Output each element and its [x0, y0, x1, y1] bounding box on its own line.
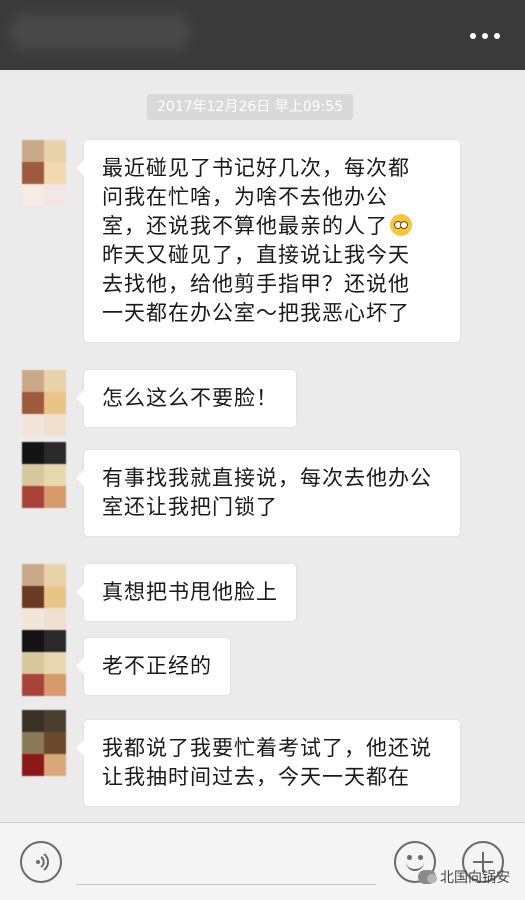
input-bar — [0, 822, 525, 900]
message-bubble[interactable]: 我都说了我要忙着考试了，他还说 让我抽时间过去，今天一天都在 — [76, 720, 460, 806]
message-text: 室，还说我不算他最亲的人了 — [102, 214, 388, 238]
message-text: 室还让我把门锁了 — [102, 495, 278, 519]
more-dots-icon — [494, 33, 500, 39]
emoji-icon-eye — [418, 855, 423, 860]
avatar[interactable] — [22, 442, 66, 508]
message-bubble[interactable]: 有事找我就直接说，每次去他办公 室还让我把门锁了 — [76, 450, 460, 536]
chat-area[interactable]: 2017年12月26日 早上09:55 最近碰见了书记好几次，每次都 问我在忙啥… — [0, 70, 525, 822]
message-text: 老不正经的 — [102, 654, 212, 678]
watermark-text: 北国向锅安 — [440, 870, 510, 886]
avatar[interactable] — [22, 140, 66, 206]
message-bubble[interactable]: 真想把书甩他脸上 — [76, 564, 296, 621]
message-bubble[interactable]: 老不正经的 — [76, 638, 230, 695]
message-text: 昨天又碰见了，直接说让我今天 — [102, 243, 410, 267]
avatar[interactable] — [22, 630, 66, 696]
blurred-contact-name — [10, 14, 190, 50]
voice-icon — [36, 853, 49, 871]
avatar[interactable] — [22, 370, 66, 436]
more-dots-icon — [470, 33, 476, 39]
top-bar — [0, 0, 525, 70]
rolling-eyes-emoji-icon — [390, 214, 412, 236]
message-text: 去找他，给他剪手指甲？还说他 — [102, 272, 410, 296]
message-timestamp: 2017年12月26日 早上09:55 — [147, 94, 354, 120]
message-bubble[interactable]: 最近碰见了书记好几次，每次都 问我在忙啥，为啥不去他办公 室，还说我不算他最亲的… — [76, 140, 460, 342]
message-text: 我都说了我要忙着考试了，他还说 — [102, 736, 432, 760]
message-bubble[interactable]: 怎么这么不要脸！ — [76, 370, 296, 427]
emoji-icon — [407, 855, 412, 860]
more-dots-icon — [482, 33, 488, 39]
message-text: 一天都在办公室～把我恶心坏了 — [102, 301, 410, 325]
voice-button[interactable] — [20, 841, 62, 883]
message-text: 让我抽时间过去，今天一天都在 — [102, 765, 410, 789]
message-text: 有事找我就直接说，每次去他办公 — [102, 466, 432, 490]
message-text: 最近碰见了书记好几次，每次都 — [102, 156, 410, 180]
message-text: 问我在忙啥，为啥不去他办公 — [102, 185, 388, 209]
message-text: 怎么这么不要脸！ — [102, 386, 278, 410]
message-input[interactable] — [76, 837, 376, 885]
avatar[interactable] — [22, 710, 66, 776]
more-button[interactable] — [467, 26, 503, 46]
wechat-icon — [418, 870, 437, 884]
message-text: 真想把书甩他脸上 — [102, 580, 278, 604]
watermark: 北国向锅安 — [418, 866, 510, 888]
avatar[interactable] — [22, 564, 66, 630]
